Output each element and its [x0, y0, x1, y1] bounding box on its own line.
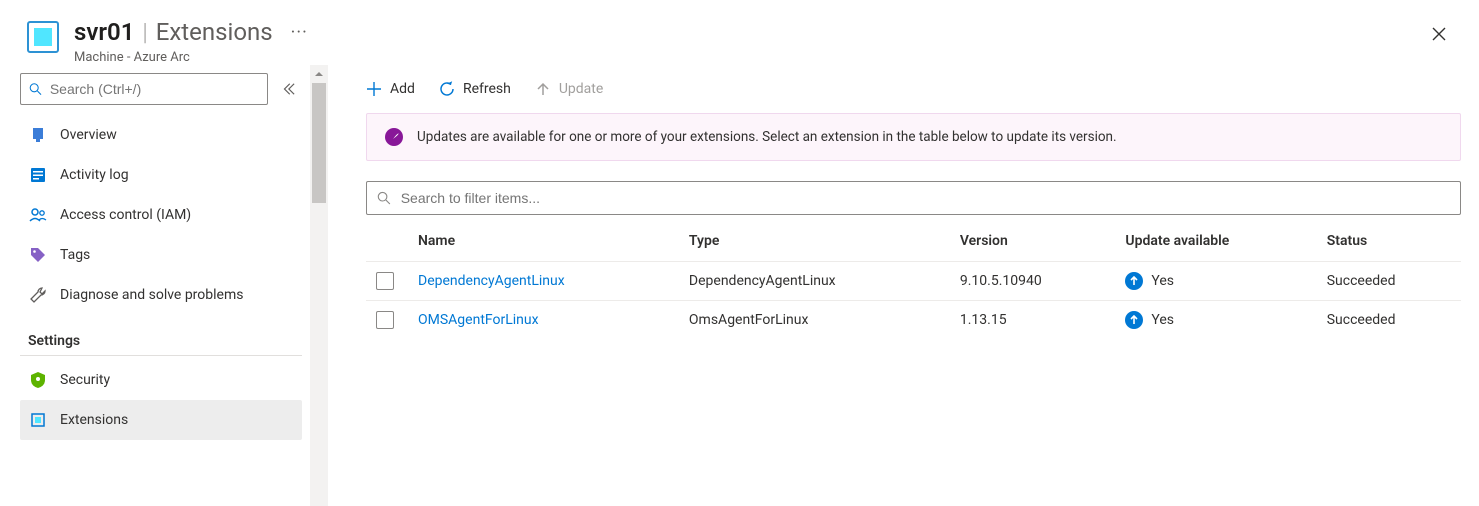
- sidebar-item-iam[interactable]: Access control (IAM): [20, 195, 302, 235]
- update-available-icon: [1125, 311, 1143, 329]
- row-checkbox[interactable]: [376, 311, 394, 329]
- sidebar-item-label: Tags: [60, 247, 90, 263]
- table-row[interactable]: OMSAgentForLinux OmsAgentForLinux 1.13.1…: [366, 301, 1461, 340]
- update-available-icon: [1125, 272, 1143, 290]
- collapse-sidebar-button[interactable]: [274, 82, 302, 96]
- sidebar-item-tags[interactable]: Tags: [20, 235, 302, 275]
- blade-title: Extensions: [156, 18, 273, 46]
- add-button[interactable]: Add: [366, 81, 415, 97]
- col-update[interactable]: Update available: [1115, 221, 1316, 262]
- extension-link[interactable]: OMSAgentForLinux: [418, 312, 539, 328]
- rocket-icon: [385, 128, 403, 146]
- row-checkbox[interactable]: [376, 272, 394, 290]
- close-button[interactable]: [1423, 18, 1455, 50]
- plus-icon: [366, 81, 382, 97]
- shield-icon: [28, 370, 48, 390]
- activity-log-icon: [28, 165, 48, 185]
- cell-update: Yes: [1115, 301, 1316, 340]
- cell-type: OmsAgentForLinux: [679, 301, 950, 340]
- info-banner: Updates are available for one or more of…: [366, 113, 1461, 161]
- cell-version: 9.10.5.10940: [950, 262, 1116, 301]
- wrench-icon: [28, 285, 48, 305]
- tag-icon: [28, 245, 48, 265]
- col-version[interactable]: Version: [950, 221, 1116, 262]
- overview-icon: [28, 125, 48, 145]
- sidebar-item-activity-log[interactable]: Activity log: [20, 155, 302, 195]
- col-name[interactable]: Name: [408, 221, 679, 262]
- more-actions-button[interactable]: ···: [291, 22, 308, 43]
- col-type[interactable]: Type: [679, 221, 950, 262]
- refresh-icon: [439, 81, 455, 97]
- sidebar-group-settings: Settings: [20, 315, 302, 356]
- upload-icon: [535, 81, 551, 97]
- cell-update: Yes: [1115, 262, 1316, 301]
- people-icon: [28, 205, 48, 225]
- sidebar-item-overview[interactable]: Overview: [20, 115, 302, 155]
- cell-status: Succeeded: [1317, 262, 1461, 301]
- resource-type-label: Machine - Azure Arc: [74, 50, 1423, 65]
- sidebar-scrollbar[interactable]: [310, 65, 328, 506]
- cell-version: 1.13.15: [950, 301, 1116, 340]
- extension-link[interactable]: DependencyAgentLinux: [418, 273, 565, 289]
- arc-machine-icon: [24, 18, 62, 56]
- sidebar-item-label: Access control (IAM): [60, 207, 191, 223]
- update-button: Update: [535, 81, 603, 97]
- sidebar-item-label: Security: [60, 372, 110, 388]
- sidebar-item-label: Extensions: [60, 412, 128, 428]
- sidebar-item-label: Overview: [60, 127, 117, 143]
- resource-name: svr01: [74, 18, 134, 46]
- cell-type: DependencyAgentLinux: [679, 262, 950, 301]
- extension-icon: [28, 410, 48, 430]
- extensions-table: Name Type Version Update available Statu…: [366, 221, 1461, 339]
- filter-input[interactable]: [366, 181, 1461, 215]
- scrollbar-thumb[interactable]: [312, 83, 326, 203]
- sidebar-item-extensions[interactable]: Extensions: [20, 400, 302, 440]
- cell-status: Succeeded: [1317, 301, 1461, 340]
- banner-text: Updates are available for one or more of…: [417, 129, 1117, 145]
- sidebar-item-label: Diagnose and solve problems: [60, 287, 243, 303]
- sidebar-item-label: Activity log: [60, 167, 129, 183]
- sidebar-item-security[interactable]: Security: [20, 360, 302, 400]
- refresh-button[interactable]: Refresh: [439, 81, 511, 97]
- scroll-up-icon[interactable]: [310, 65, 328, 83]
- sidebar-search-input[interactable]: [20, 73, 268, 105]
- table-row[interactable]: DependencyAgentLinux DependencyAgentLinu…: [366, 262, 1461, 301]
- col-status[interactable]: Status: [1317, 221, 1461, 262]
- sidebar-item-diagnose[interactable]: Diagnose and solve problems: [20, 275, 302, 315]
